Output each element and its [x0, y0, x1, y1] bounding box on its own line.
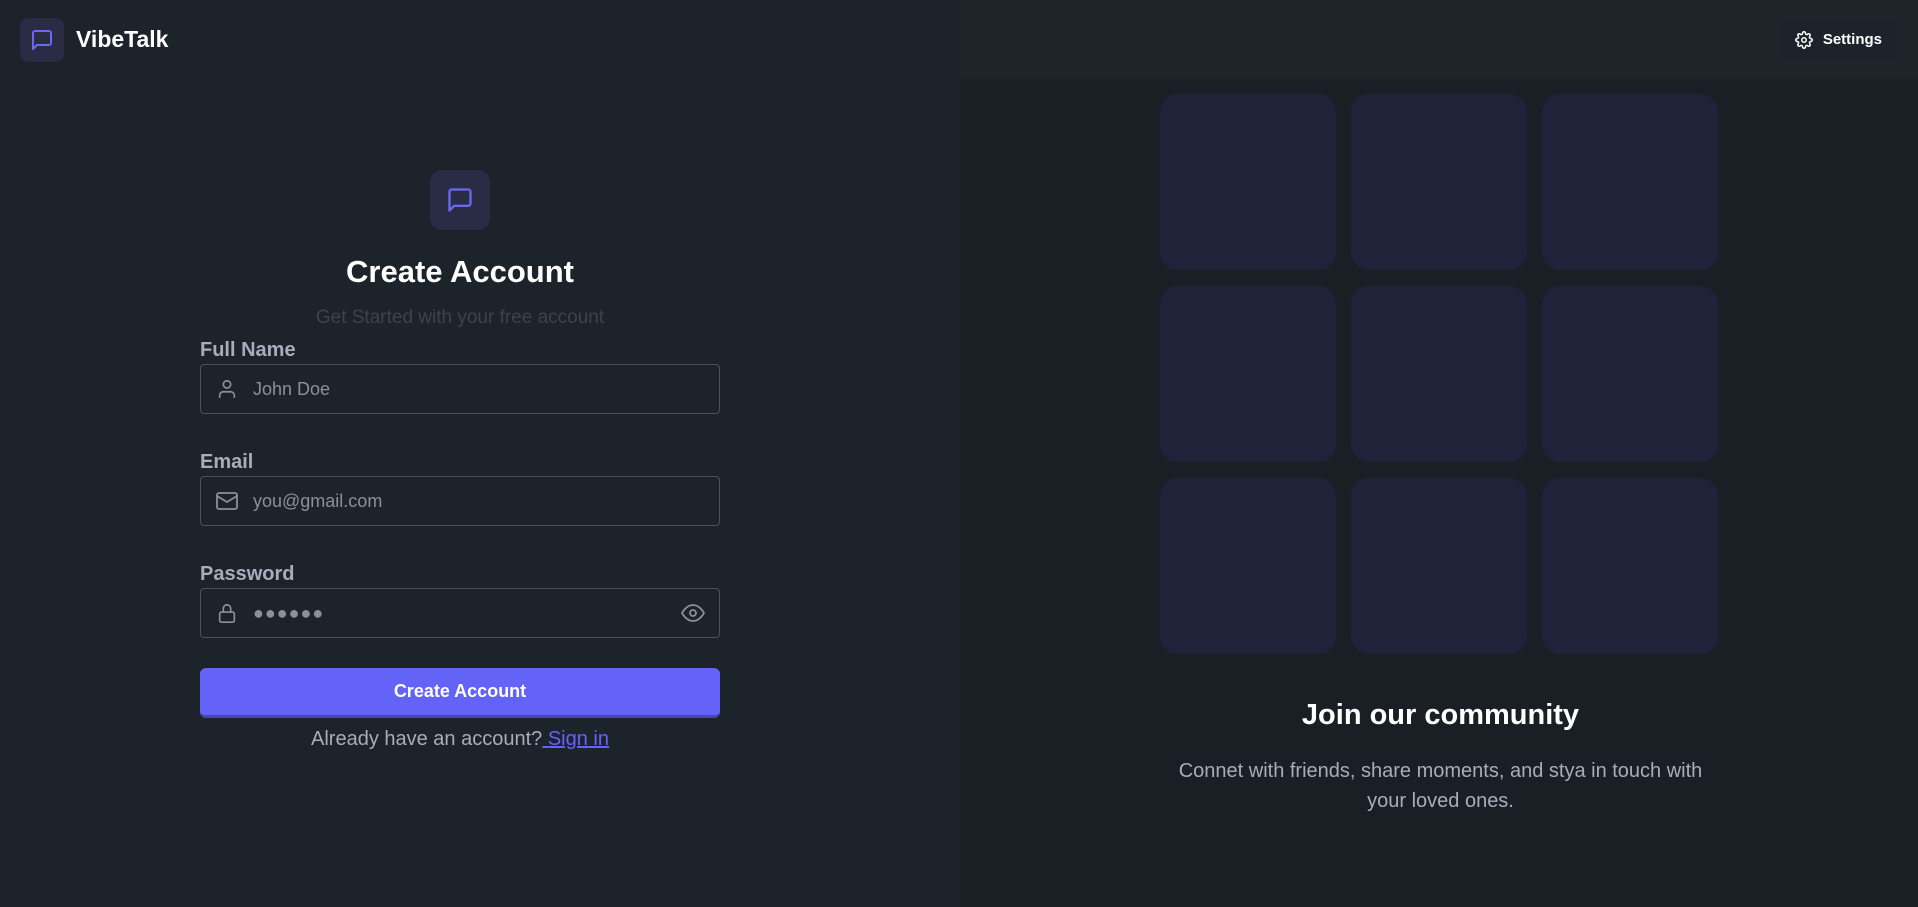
navbar-right-background: [960, 0, 1918, 79]
chat-bubble-icon: [20, 17, 64, 62]
grid-tile: [1160, 286, 1336, 462]
create-account-button[interactable]: Create Account: [200, 668, 720, 718]
full-name-label: Full Name: [200, 339, 296, 361]
grid-tile: [1542, 94, 1718, 270]
signup-form: Create Account Get Started with your fre…: [200, 170, 720, 751]
email-label: Email: [200, 451, 254, 473]
mail-icon: [201, 477, 253, 525]
full-name-field: [200, 364, 720, 414]
tile-grid: [1160, 94, 1721, 654]
community-title: Join our community: [1301, 699, 1580, 731]
lock-icon: [201, 589, 253, 637]
grid-tile: [1542, 478, 1718, 654]
form-title: Create Account: [346, 254, 574, 289]
email-input[interactable]: [253, 478, 719, 524]
form-subtitle: Get Started with your free account: [315, 307, 605, 328]
brand-name: VibeTalk: [76, 26, 169, 52]
signin-link[interactable]: Sign in: [542, 728, 609, 750]
grid-tile: [1351, 94, 1527, 270]
grid-tile: [1160, 94, 1336, 270]
grid-tile: [1351, 478, 1527, 654]
user-icon: [201, 365, 253, 413]
full-name-input[interactable]: [253, 366, 719, 412]
grid-tile: [1160, 478, 1336, 654]
password-group: Password ●●●●●●: [200, 562, 720, 638]
navbar: VibeTalk Settings: [0, 0, 1918, 79]
eye-icon[interactable]: [667, 589, 719, 637]
community-text: Connet with friends, share moments, and …: [1178, 760, 1703, 812]
settings-button[interactable]: Settings: [1780, 20, 1896, 59]
grid-tile: [1351, 286, 1527, 462]
settings-label: Settings: [1822, 31, 1882, 48]
page: VibeTalk Settings Create Account Get Sta…: [0, 0, 1918, 907]
brand[interactable]: VibeTalk: [20, 17, 169, 62]
email-group: Email: [200, 450, 720, 526]
chat-bubble-icon: [430, 170, 490, 230]
grid-tile: [1542, 286, 1718, 462]
password-label: Password: [200, 563, 295, 585]
gear-icon: [1794, 30, 1813, 49]
signin-prompt: Already have an account?: [311, 728, 543, 750]
full-name-group: Full Name: [200, 338, 720, 414]
password-input[interactable]: ●●●●●●: [253, 603, 667, 624]
email-field: [200, 476, 720, 526]
password-field: ●●●●●●: [200, 588, 720, 638]
signin-row: Already have an account? Sign in: [200, 728, 720, 751]
